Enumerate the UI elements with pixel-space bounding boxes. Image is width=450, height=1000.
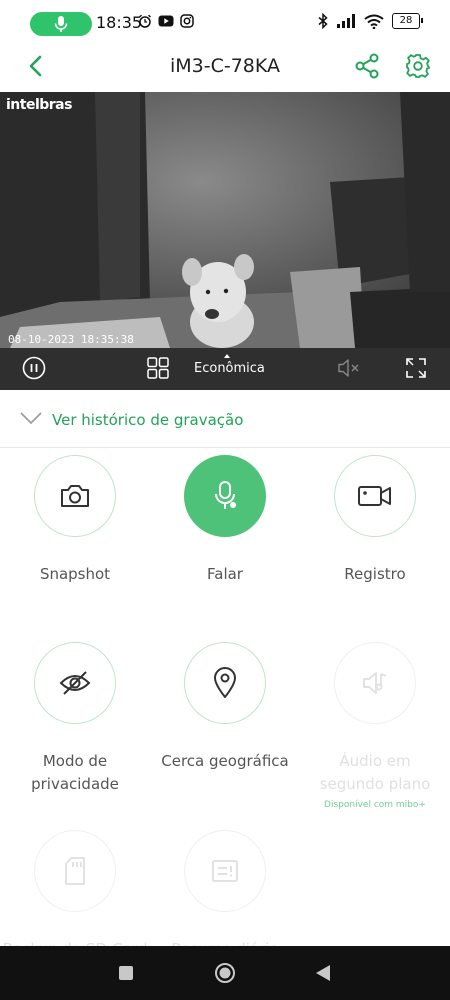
home-icon[interactable] xyxy=(214,962,236,984)
chevron-down-icon xyxy=(20,412,42,425)
record-button[interactable] xyxy=(334,455,416,537)
microphone-icon xyxy=(215,481,236,509)
youtube-icon xyxy=(158,15,174,27)
geofence-button[interactable] xyxy=(184,642,266,724)
camera-live-view[interactable]: intelbras 08-10-2023 18:35:38 xyxy=(0,92,450,348)
talk-label: Falar xyxy=(207,565,243,583)
status-bar: 18:35 28 xyxy=(0,0,450,42)
snapshot-action[interactable]: Snapshot xyxy=(0,455,150,586)
brand-logo: intelbras xyxy=(6,97,72,113)
app-header: iM3-C-78KA xyxy=(0,42,450,92)
back-nav-icon[interactable] xyxy=(315,964,331,982)
pause-icon[interactable] xyxy=(22,356,46,380)
background-audio-button[interactable] xyxy=(334,642,416,724)
gear-icon[interactable] xyxy=(405,53,431,79)
signal-icon xyxy=(337,14,355,28)
record-label: Registro xyxy=(344,565,406,583)
snapshot-label: Snapshot xyxy=(39,565,111,583)
status-time: 18:35 xyxy=(96,13,143,32)
eye-off-icon xyxy=(59,671,91,695)
battery-indicator: 28 xyxy=(392,13,423,29)
microphone-icon xyxy=(54,16,68,32)
video-timestamp: 08-10-2023 18:35:38 xyxy=(8,333,134,346)
camera-icon xyxy=(61,485,89,507)
daily-summary-action[interactable]: Resumo diário xyxy=(150,830,300,961)
camera-scene-image xyxy=(0,92,450,348)
sd-card-icon xyxy=(65,857,85,885)
multiview-grid-icon[interactable] xyxy=(146,356,170,380)
bluetooth-icon xyxy=(318,13,328,29)
video-controls: Econômica xyxy=(0,348,450,390)
talk-action[interactable]: Falar xyxy=(150,455,300,586)
background-audio-action[interactable]: Áudio em segundo plano Disponível com mi… xyxy=(300,642,450,810)
sd-backup-button[interactable] xyxy=(34,830,116,912)
snapshot-button[interactable] xyxy=(34,455,116,537)
location-pin-icon xyxy=(214,667,236,698)
privacy-mode-label: Modo de privacidade xyxy=(31,752,119,793)
geofence-action[interactable]: Cerca geográfica xyxy=(150,642,300,773)
share-icon[interactable] xyxy=(354,53,380,79)
premium-note: Disponível com mibo+ xyxy=(324,800,426,810)
sd-backup-action[interactable]: Backup do SD-Card xyxy=(0,830,150,961)
record-action[interactable]: Registro xyxy=(300,455,450,586)
daily-summary-icon xyxy=(212,860,238,882)
recording-history-label: Ver histórico de gravação xyxy=(52,411,244,429)
system-navigation-bar xyxy=(0,946,450,1000)
fullscreen-icon[interactable] xyxy=(404,356,428,380)
video-record-icon xyxy=(358,486,391,506)
privacy-mode-button[interactable] xyxy=(34,642,116,724)
video-quality-selector[interactable]: Econômica xyxy=(194,361,265,376)
recent-apps-icon[interactable] xyxy=(118,965,134,981)
privacy-mode-action[interactable]: Modo de privacidade xyxy=(0,642,150,796)
active-mic-indicator[interactable] xyxy=(30,12,92,36)
daily-summary-button[interactable] xyxy=(184,830,266,912)
geofence-label: Cerca geográfica xyxy=(161,752,289,770)
wifi-icon xyxy=(364,14,384,29)
talk-button[interactable] xyxy=(184,455,266,537)
background-audio-label: Áudio em segundo plano xyxy=(319,752,431,793)
recording-history-link[interactable]: Ver histórico de gravação xyxy=(0,390,450,448)
page-title: iM3-C-78KA xyxy=(169,55,281,77)
background-audio-icon xyxy=(363,672,387,694)
mute-icon[interactable] xyxy=(336,356,362,380)
instagram-icon xyxy=(180,14,194,28)
alarm-icon xyxy=(139,14,151,28)
quality-caret-icon xyxy=(224,354,230,358)
